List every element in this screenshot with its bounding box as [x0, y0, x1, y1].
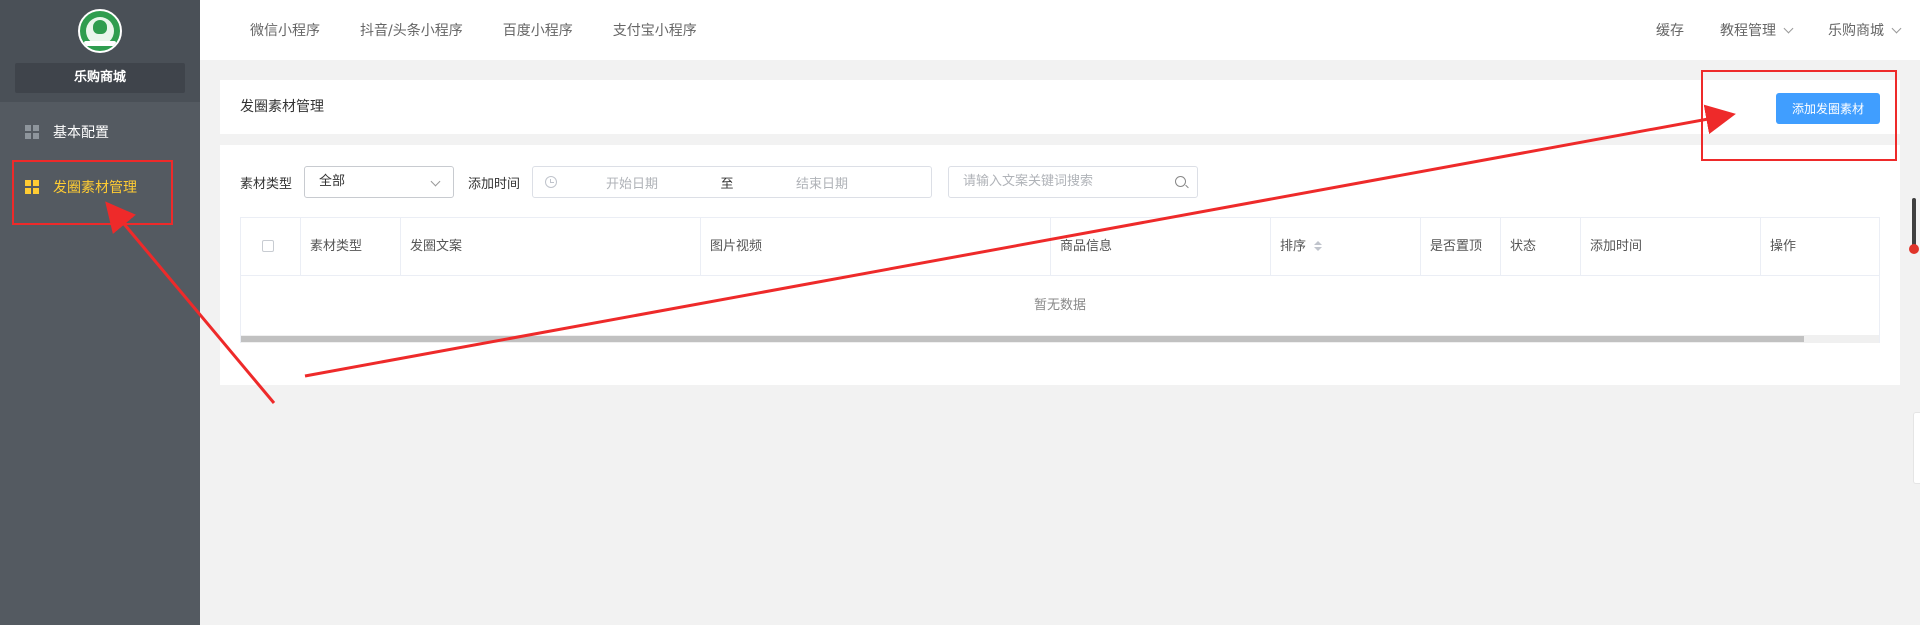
col-status: 状态 [1501, 218, 1581, 276]
search-placeholder: 请输入文案关键词搜索 [963, 174, 1094, 189]
keyword-search-input[interactable]: 请输入文案关键词搜索 [948, 166, 1199, 198]
sort-icon[interactable] [1314, 240, 1323, 253]
page-title: 发圈素材管理 [240, 99, 324, 115]
col-sort[interactable]: 排序 [1271, 218, 1421, 276]
end-date-input[interactable]: 结束日期 [747, 173, 897, 192]
sidebar: 乐购商城 基本配置 发圈素材管理 [0, 0, 200, 625]
cache-link[interactable]: 缓存 [1656, 20, 1684, 40]
sidebar-item-basic-config[interactable]: 基本配置 [0, 107, 200, 157]
col-sort-label: 排序 [1280, 239, 1307, 254]
col-product-info: 商品信息 [1051, 218, 1271, 276]
range-separator: 至 [720, 176, 734, 192]
content-panel: 素材类型 全部 添加时间 开始日期 至 结束日期 请输入文案关键词搜索 素材类型… [220, 145, 1900, 385]
col-pinned: 是否置顶 [1421, 218, 1501, 276]
empty-state: 暂无数据 [1033, 298, 1086, 313]
col-media: 图片视频 [701, 218, 1051, 276]
tab-douyin-miniprogram[interactable]: 抖音/头条小程序 [360, 20, 463, 40]
type-filter-value: 全部 [319, 174, 346, 189]
chevron-down-icon [1891, 23, 1902, 33]
annotation-box-add-button [1701, 70, 1897, 161]
shop-menu[interactable]: 乐购商城 [1828, 20, 1902, 40]
shop-menu-label: 乐购商城 [1828, 23, 1884, 39]
date-range-picker[interactable]: 开始日期 至 结束日期 [532, 166, 933, 198]
col-actions: 操作 [1770, 239, 1797, 254]
type-filter-label: 素材类型 [240, 176, 293, 192]
tab-alipay-miniprogram[interactable]: 支付宝小程序 [613, 20, 697, 40]
sidebar-item-label: 基本配置 [53, 125, 109, 141]
cache-label: 缓存 [1656, 23, 1684, 39]
shop-logo [78, 9, 122, 53]
table-header: 素材类型 发圈文案 图片视频 商品信息 排序 是否置顶 状态 添加时间 操作 [241, 218, 1879, 276]
time-filter-label: 添加时间 [468, 176, 521, 192]
page-header: 发圈素材管理 添加发圈素材 [220, 80, 1900, 134]
side-float-tab[interactable] [1913, 412, 1920, 484]
shop-name: 乐购商城 [15, 63, 185, 93]
sidebar-header: 乐购商城 [0, 0, 200, 102]
filter-bar: 素材类型 全部 添加时间 开始日期 至 结束日期 请输入文案关键词搜索 [240, 166, 1199, 198]
tab-baidu-miniprogram[interactable]: 百度小程序 [503, 20, 573, 40]
col-material-type: 素材类型 [301, 218, 401, 276]
grid-icon [25, 125, 39, 139]
search-icon[interactable] [1175, 176, 1187, 187]
top-navbar: 微信小程序 抖音/头条小程序 百度小程序 支付宝小程序 缓存 教程管理 乐购商城 [200, 0, 1920, 60]
select-all-checkbox[interactable] [262, 240, 274, 252]
platform-tabs: 微信小程序 抖音/头条小程序 百度小程序 支付宝小程序 [250, 0, 737, 60]
scroll-knob[interactable] [1909, 244, 1919, 254]
chevron-down-icon [1783, 23, 1794, 33]
clock-icon [545, 176, 558, 188]
tab-wechat-miniprogram[interactable]: 微信小程序 [250, 20, 320, 40]
top-right-menu: 缓存 教程管理 乐购商城 [1656, 0, 1920, 60]
scrollbar-thumb[interactable] [241, 336, 1804, 342]
select-all-cell [241, 218, 301, 276]
tutorial-menu-label: 教程管理 [1720, 23, 1776, 39]
col-add-time: 添加时间 [1581, 218, 1761, 276]
col-copywriting: 发圈文案 [401, 218, 701, 276]
annotation-box-sidebar [12, 160, 173, 225]
start-date-input[interactable]: 开始日期 [557, 173, 707, 192]
tutorial-menu[interactable]: 教程管理 [1720, 20, 1794, 40]
chevron-down-icon [430, 176, 441, 187]
horizontal-scrollbar[interactable] [241, 335, 1879, 343]
type-filter-select[interactable]: 全部 [304, 166, 455, 198]
materials-table: 素材类型 发圈文案 图片视频 商品信息 排序 是否置顶 状态 添加时间 操作 暂… [240, 217, 1880, 343]
